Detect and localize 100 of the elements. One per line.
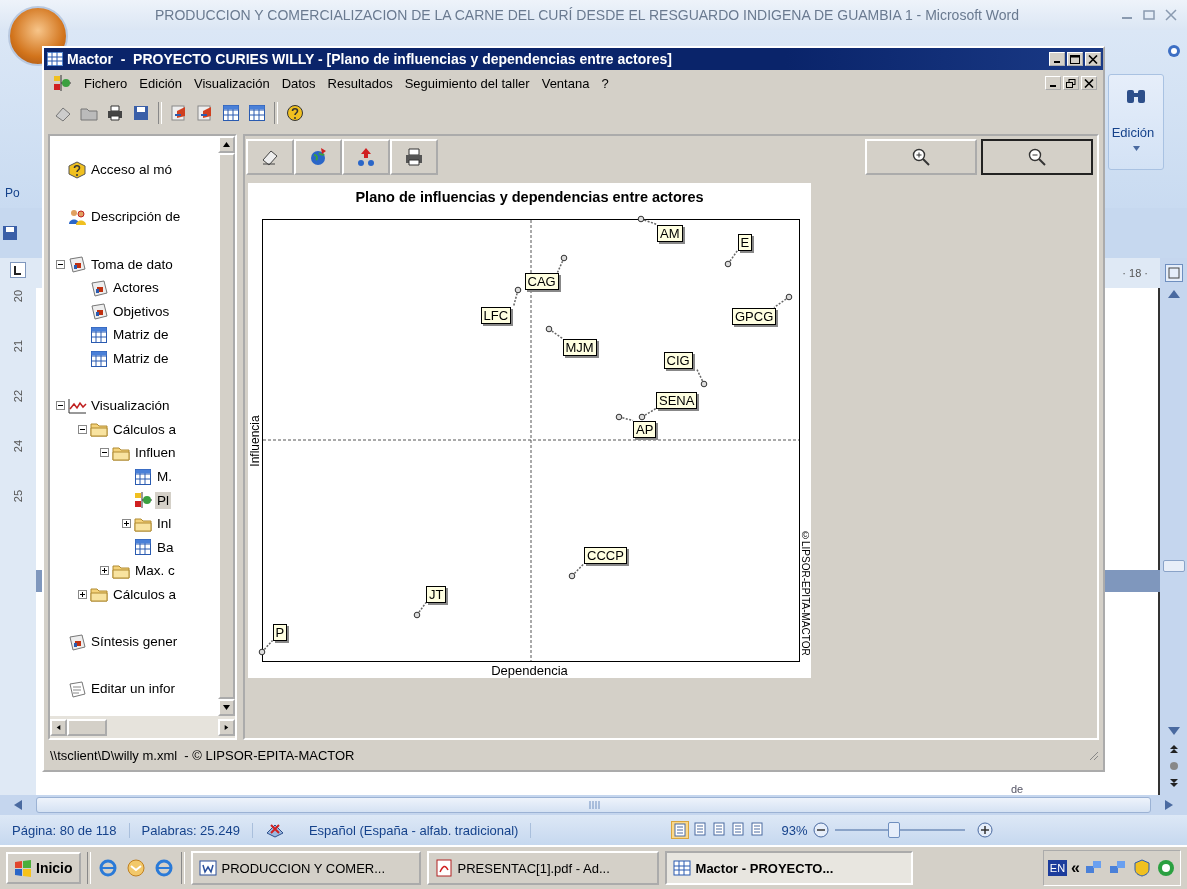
collapse-icon[interactable]	[100, 448, 109, 458]
close-button[interactable]	[1085, 52, 1101, 66]
chart-document-icon	[67, 632, 87, 651]
page-count[interactable]: Página: 80 de 118	[0, 822, 130, 838]
close-button[interactable]	[1081, 76, 1097, 90]
tab-stop-icon[interactable]	[10, 262, 26, 278]
scroll-right-button[interactable]	[218, 718, 235, 736]
maximize-button[interactable]	[1067, 52, 1083, 66]
document-icon	[198, 859, 217, 877]
chart-document-icon	[89, 302, 109, 321]
arrows-icon	[355, 146, 377, 168]
minimize-button[interactable]	[1045, 76, 1061, 90]
actor-label: E	[737, 233, 753, 251]
save-icon[interactable]	[132, 104, 150, 122]
editing-group-button[interactable]: Edición	[1108, 74, 1164, 170]
scroll-left-icon[interactable]	[14, 800, 22, 810]
scroll-down-button[interactable]	[218, 699, 235, 716]
minus-icon[interactable]	[813, 822, 830, 838]
minimize-button[interactable]	[1049, 52, 1065, 66]
taskbar-button[interactable]: Mactor - PROYECTO...	[664, 851, 913, 885]
word-count[interactable]: Palabras: 25.249	[129, 822, 253, 838]
tree-item[interactable]: M.	[155, 468, 174, 485]
tree-item[interactable]: Actores	[111, 279, 161, 297]
collapse-icon[interactable]	[56, 259, 65, 269]
scrollbar-thumb[interactable]	[1162, 560, 1185, 572]
tree-item[interactable]: Toma de dato	[89, 255, 175, 273]
scroll-left-button[interactable]	[50, 718, 67, 736]
scrollbar-thumb[interactable]	[36, 797, 1151, 813]
zoom-level[interactable]: 93%	[781, 822, 808, 838]
tree-item[interactable]: Matriz de	[111, 326, 171, 344]
language-indicator[interactable]: EN	[1047, 860, 1068, 876]
actor-label: AP	[633, 420, 657, 438]
expand-icon[interactable]	[122, 519, 131, 529]
save-icon[interactable]	[2, 225, 18, 241]
tree-item[interactable]: Matriz de	[111, 350, 171, 368]
circle-icon[interactable]	[1156, 858, 1176, 878]
document-icon[interactable]	[170, 104, 188, 122]
mail-icon[interactable]	[124, 857, 147, 879]
next-page-icon[interactable]	[1168, 779, 1179, 789]
node-diagram-icon	[133, 491, 153, 510]
reading-icon[interactable]	[692, 821, 709, 837]
print-button[interactable]	[390, 139, 438, 175]
tree-item[interactable]: Cálculos a	[111, 586, 179, 603]
menu-item[interactable]: Ventana	[541, 75, 590, 91]
scroll-right-icon[interactable]	[1165, 800, 1173, 810]
help-icon[interactable]	[286, 104, 304, 122]
shield-icon[interactable]	[1132, 858, 1152, 878]
document-icon[interactable]	[196, 104, 214, 122]
menu-item[interactable]: ?	[601, 75, 609, 91]
tree-item[interactable]: Pl	[155, 491, 171, 509]
table-icon[interactable]	[222, 104, 240, 122]
tree-item[interactable]: Influen	[133, 444, 178, 462]
tree-item[interactable]: Inl	[155, 515, 174, 533]
plus-icon[interactable]	[977, 822, 994, 838]
tree-item[interactable]: Cálculos a	[111, 420, 179, 438]
collapse-icon[interactable]	[78, 424, 87, 434]
arrows-button[interactable]	[342, 139, 390, 175]
zoom-out-button[interactable]	[981, 139, 1093, 175]
report-icon	[67, 679, 87, 698]
restore-button[interactable]	[1063, 76, 1079, 90]
tree-item[interactable]: Visualización	[89, 397, 172, 415]
menu-item[interactable]: Datos	[281, 75, 316, 91]
previous-page-icon[interactable]	[1168, 743, 1179, 753]
draft-icon[interactable]	[749, 821, 766, 837]
menu-item[interactable]: Visualización	[194, 75, 270, 91]
help-icon[interactable]	[1167, 44, 1181, 58]
eraser-button[interactable]	[246, 139, 294, 175]
start-button[interactable]: Inicio	[6, 852, 81, 884]
caret-icon	[1132, 146, 1140, 151]
outline-icon[interactable]	[730, 821, 747, 837]
scroll-left-icon	[55, 724, 62, 730]
tree-item[interactable]: Objetivos	[111, 302, 172, 320]
expand-icon[interactable]	[78, 590, 87, 599]
tree-item[interactable]: Acceso al mó	[89, 161, 175, 179]
scroll-down-icon[interactable]	[1167, 727, 1180, 735]
scroll-up-icon[interactable]	[1167, 290, 1180, 298]
menu-item[interactable]: Seguimiento del taller	[404, 75, 530, 91]
table-icon[interactable]	[248, 104, 266, 122]
taskbar-button[interactable]: PRESENTAC[1].pdf - Ad...	[426, 851, 659, 885]
resize-grip-icon[interactable]	[1087, 749, 1099, 761]
tree-item[interactable]: Ba	[155, 538, 176, 556]
tree-item[interactable]: Síntesis gener	[89, 633, 180, 651]
tree-item[interactable]: Max. c	[133, 562, 177, 580]
scroll-up-button[interactable]	[218, 136, 235, 153]
menu-item[interactable]: Fichero	[84, 75, 128, 91]
menu-item[interactable]: Resultados	[327, 75, 393, 91]
expand-icon[interactable]	[100, 566, 109, 576]
printer-icon[interactable]	[106, 104, 124, 122]
book-check-icon[interactable]	[264, 821, 285, 839]
menu-item[interactable]: Edición	[139, 75, 182, 91]
tree-item[interactable]: Descripción de	[89, 208, 183, 226]
taskbar-button[interactable]: PRODUCCION Y COMER...	[190, 851, 421, 885]
show-hidden-icons-button[interactable]: «	[1071, 859, 1080, 877]
language-text[interactable]: Español (España - alfab. tradicional)	[296, 822, 532, 838]
collapse-icon[interactable]	[56, 401, 65, 411]
web-layout-icon[interactable]	[711, 821, 728, 837]
globe-button[interactable]	[294, 139, 342, 175]
print-layout-icon[interactable]	[671, 821, 690, 839]
tree-item[interactable]: Editar un infor	[89, 680, 178, 698]
ruler-toggle-icon[interactable]	[1164, 264, 1183, 282]
